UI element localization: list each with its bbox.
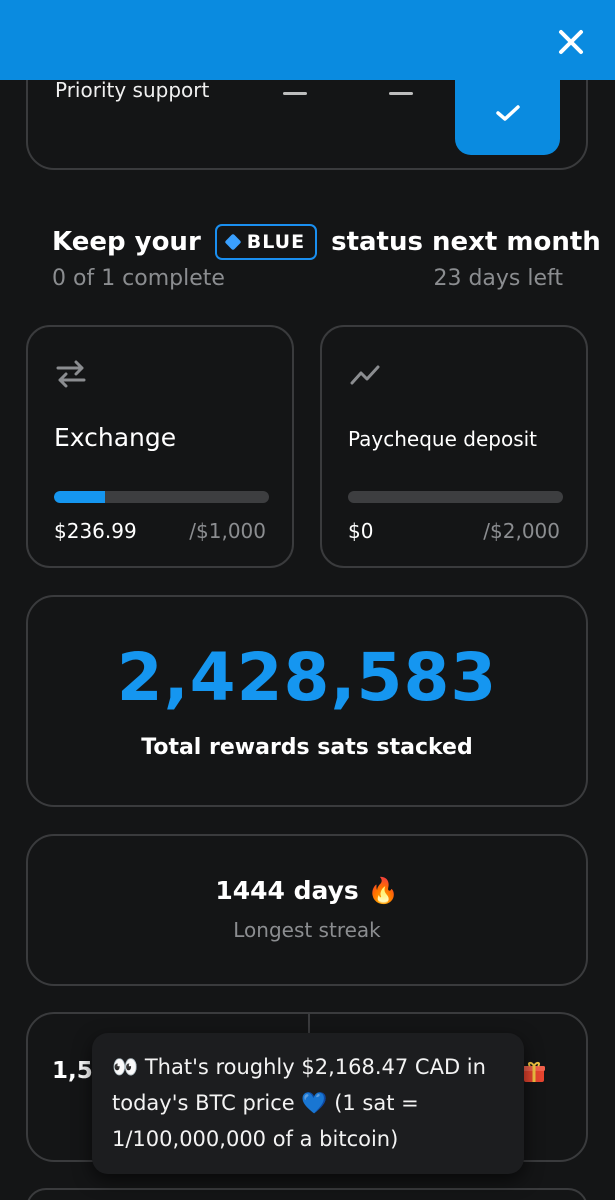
task-label: Paycheque deposit [348,427,538,451]
exchange-task-card[interactable]: Exchange $236.99 /$1,000 [26,325,294,568]
close-icon [559,30,583,54]
streak-days: 1444 days [215,876,359,905]
progress-track [348,491,563,503]
status-prefix: Keep your [52,227,201,257]
streak-card: 1444 days 🔥 Longest streak [26,834,588,986]
exchange-arrows-icon [56,360,86,388]
fire-emoji: 🔥 [367,876,399,905]
gift-icon [523,1062,545,1082]
priority-support-label: Priority support [55,78,210,102]
streak-label: Longest streak [233,918,381,942]
blue-status-badge: BLUE [214,224,318,260]
close-button[interactable] [551,22,591,62]
progress-track [54,491,269,503]
days-left: 23 days left [433,266,563,291]
trend-line-icon [350,365,380,385]
completion-count: 0 of 1 complete [52,266,225,291]
task-current-amount: $0 [348,519,374,543]
top-bar [0,0,615,80]
stat-value: 1,5 [52,1058,93,1084]
rewards-total: 2,428,583 [116,639,498,716]
rewards-card: 2,428,583 Total rewards sats stacked [26,595,588,807]
dash-indicator [283,92,307,95]
status-heading: Keep your BLUE status next month [52,224,601,260]
dash-indicator [389,92,413,95]
checkmark-icon [495,104,520,121]
included-cell [455,70,560,155]
task-target-amount: /$2,000 [483,519,560,543]
streak-value: 1444 days 🔥 [28,876,586,906]
status-suffix: status next month [331,227,601,257]
task-current-amount: $236.99 [54,519,137,543]
task-label: Exchange [54,423,177,452]
badge-label: BLUE [246,231,306,253]
diamond-icon [224,233,242,251]
tooltip-text: 👀 That's roughly $2,168.47 CAD in today'… [112,1055,486,1151]
task-target-amount: /$1,000 [189,519,266,543]
paycheque-task-card[interactable]: Paycheque deposit $0 /$2,000 [320,325,588,568]
rewards-label: Total rewards sats stacked [141,735,473,760]
next-card [26,1188,588,1200]
btc-value-tooltip: 👀 That's roughly $2,168.47 CAD in today'… [92,1033,524,1174]
progress-fill [54,491,105,503]
